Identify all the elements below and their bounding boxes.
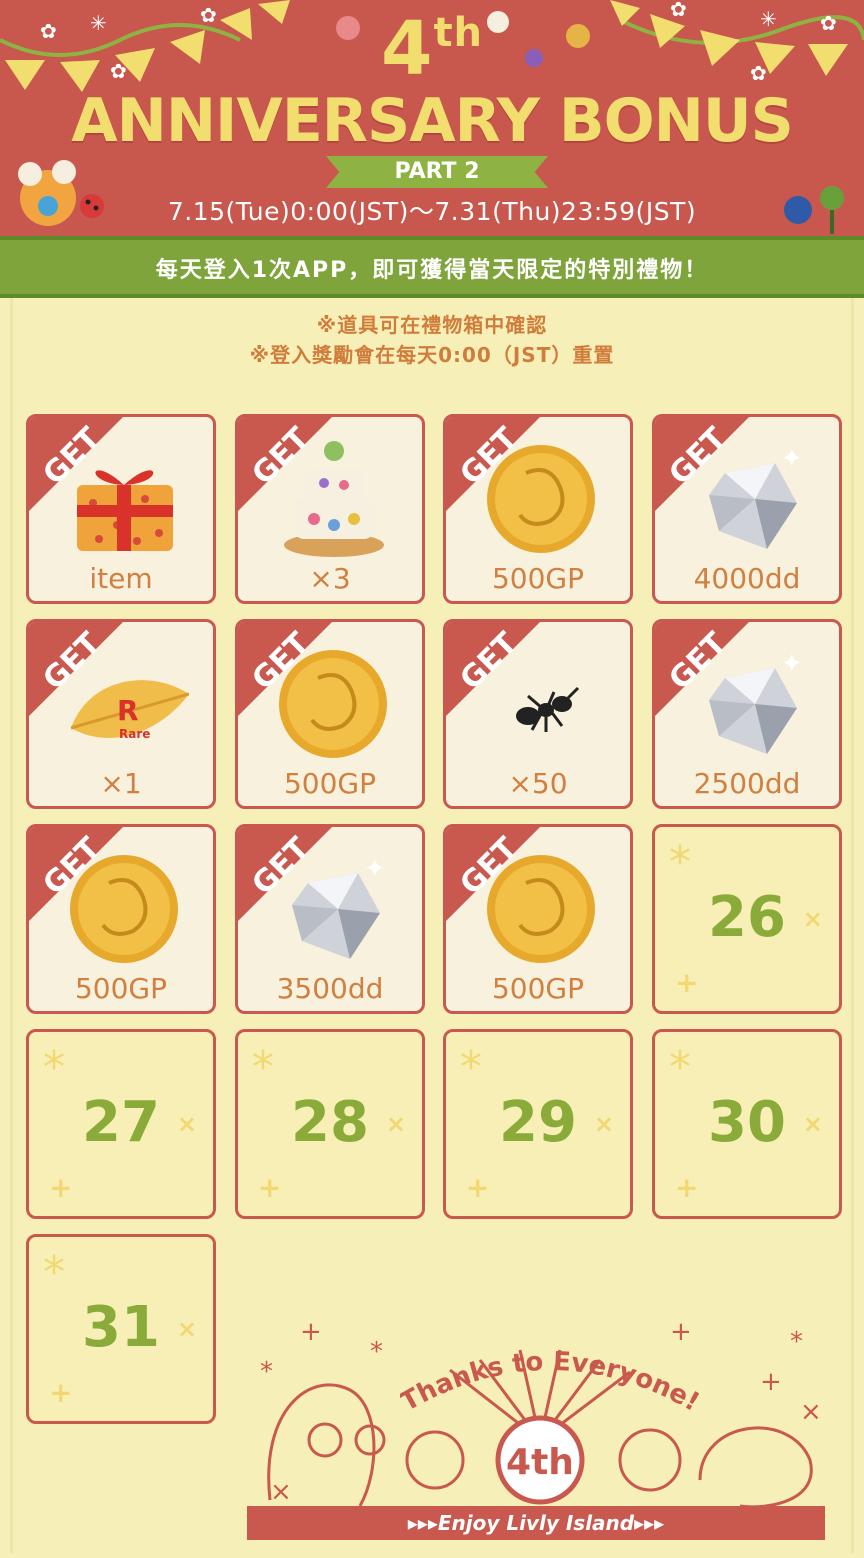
reward-card[interactable]: GET item: [26, 414, 216, 604]
svg-text:*: *: [790, 1327, 803, 1357]
day-number: 27: [82, 1090, 160, 1155]
svg-text:Thanks to Everyone!: Thanks to Everyone!: [400, 1347, 700, 1418]
day-number: 26: [708, 885, 786, 950]
reward-card[interactable]: GET ×3: [235, 414, 425, 604]
reward-label: 500GP: [491, 562, 585, 595]
svg-text:+: +: [300, 1317, 322, 1347]
day-number: 29: [499, 1090, 577, 1155]
svg-text:✦: ✦: [364, 854, 386, 884]
anniversary-badge: 4th: [506, 1442, 574, 1483]
reward-card[interactable]: GET 500GP: [235, 619, 425, 809]
reward-card[interactable]: GET ×50: [443, 619, 633, 809]
day-number: 31: [82, 1295, 160, 1360]
svg-text:*: *: [260, 1357, 273, 1387]
sparkle-icon: *: [669, 837, 691, 888]
reward-label: 4000dd: [693, 562, 801, 595]
thanks-heading: Thanks to Everyone!: [400, 1347, 700, 1418]
sparkle-icon: *: [43, 1247, 65, 1298]
reward-card[interactable]: GET 500GP: [26, 824, 216, 1014]
reward-label: 500GP: [491, 972, 585, 1005]
day-number: 28: [291, 1090, 369, 1155]
reward-label: ×50: [508, 767, 568, 800]
reward-card[interactable]: R Rare GET ×1: [26, 619, 216, 809]
plus-sparkle-icon: +: [675, 1171, 699, 1204]
reward-label: item: [89, 562, 153, 595]
reward-label: 3500dd: [276, 972, 384, 1005]
enjoy-banner: ▸▸▸Enjoy Livly Island▸▸▸: [247, 1506, 825, 1540]
reward-label: 500GP: [74, 972, 168, 1005]
thanks-text: Thanks to Everyone!: [400, 1347, 700, 1418]
svg-text:×: ×: [800, 1397, 822, 1427]
svg-text:+: +: [760, 1367, 782, 1397]
plus-sparkle-icon: +: [258, 1171, 282, 1204]
svg-text:*: *: [370, 1337, 383, 1367]
sparkle-icon: *: [460, 1042, 482, 1093]
reward-label: ×1: [100, 767, 142, 800]
svg-text:×: ×: [270, 1477, 292, 1507]
sparkle-icon: *: [252, 1042, 274, 1093]
reward-label: 500GP: [283, 767, 377, 800]
reward-card[interactable]: ✦ GET 2500dd: [652, 619, 842, 809]
future-day-card[interactable]: * + × 26: [652, 824, 842, 1014]
reward-card[interactable]: GET 500GP: [443, 414, 633, 604]
plus-sparkle-icon: +: [466, 1171, 490, 1204]
reward-card[interactable]: ✦ GET 4000dd: [652, 414, 842, 604]
reward-label: ×3: [309, 562, 351, 595]
svg-text:✦: ✦: [781, 444, 803, 474]
plus-sparkle-icon: +: [49, 1376, 73, 1409]
reward-label: 2500dd: [693, 767, 801, 800]
plus-sparkle-icon: +: [49, 1171, 73, 1204]
day-number: 30: [708, 1090, 786, 1155]
svg-text:✦: ✦: [781, 649, 803, 679]
future-day-card[interactable]: * + × 30: [652, 1029, 842, 1219]
svg-text:R: R: [117, 694, 139, 727]
future-day-card[interactable]: * + × 27: [26, 1029, 216, 1219]
reward-card[interactable]: GET 500GP: [443, 824, 633, 1014]
plus-sparkle-icon: +: [675, 966, 699, 999]
sparkle-icon: *: [669, 1042, 691, 1093]
future-day-card[interactable]: * + × 29: [443, 1029, 633, 1219]
future-day-card[interactable]: * + × 31: [26, 1234, 216, 1424]
sparkle-icon: *: [43, 1042, 65, 1093]
reward-card[interactable]: ✦ GET 3500dd: [235, 824, 425, 1014]
svg-text:Rare: Rare: [119, 727, 150, 741]
future-day-card[interactable]: * + × 28: [235, 1029, 425, 1219]
